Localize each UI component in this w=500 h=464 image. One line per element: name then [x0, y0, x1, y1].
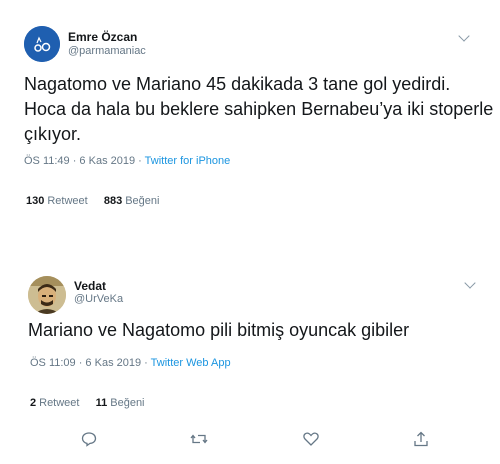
- reply-icon[interactable]: [80, 430, 98, 448]
- display-name[interactable]: Vedat: [74, 279, 106, 293]
- like-label[interactable]: Beğeni: [125, 195, 159, 207]
- tweet-meta: ÖS 11:09 · 6 Kas 2019 · Twitter Web App: [30, 357, 231, 369]
- like-icon[interactable]: [302, 430, 320, 448]
- like-count: 11: [95, 397, 108, 409]
- tweet-source[interactable]: Twitter Web App: [151, 357, 231, 369]
- retweet-icon[interactable]: [190, 430, 208, 448]
- tweet-text: Mariano ve Nagatomo pili bitmiş oyuncak …: [28, 320, 410, 340]
- tweet-actions: [0, 430, 500, 448]
- tweet-source[interactable]: Twitter for iPhone: [145, 155, 231, 167]
- tweet-stats: 130 Retweet 883 Beğeni: [26, 195, 159, 207]
- tweet-stats: 2 Retweet 11 Beğeni: [30, 397, 145, 409]
- avatar[interactable]: [28, 276, 66, 314]
- like-label[interactable]: Beğeni: [110, 397, 144, 409]
- display-name[interactable]: Emre Özcan: [68, 30, 137, 44]
- tweet-timestamp[interactable]: ÖS 11:49 · 6 Kas 2019 ·: [24, 155, 145, 167]
- retweet-label[interactable]: Retweet: [39, 397, 79, 409]
- avatar[interactable]: [24, 26, 60, 62]
- like-count: 883: [103, 195, 123, 207]
- retweet-count: 130: [26, 195, 45, 207]
- user-handle[interactable]: @parmamaniac: [68, 45, 146, 57]
- user-handle[interactable]: @UrVeKa: [74, 293, 123, 305]
- tweet-text: Nagatomo ve Mariano 45 dakikada 3 tane g…: [24, 74, 494, 144]
- tweet-meta: ÖS 11:49 · 6 Kas 2019 · Twitter for iPho…: [24, 155, 230, 167]
- tweet-timestamp[interactable]: ÖS 11:09 · 6 Kas 2019 ·: [30, 357, 151, 369]
- retweet-count: 2: [30, 397, 37, 409]
- share-icon[interactable]: [412, 430, 430, 448]
- retweet-label[interactable]: Retweet: [47, 195, 87, 207]
